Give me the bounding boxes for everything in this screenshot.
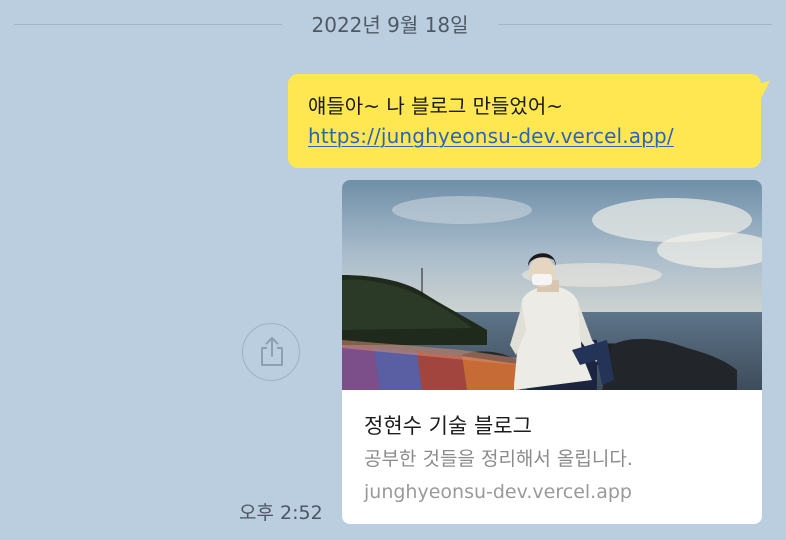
date-divider: 2022년 9월 18일 [0,0,786,46]
message-time: 오후 2:52 [239,502,323,524]
message-link[interactable]: https://junghyeonsu-dev.vercel.app/ [308,121,743,151]
message-bubble: 얘들아~ 나 블로그 만들었어~ https://junghyeonsu-dev… [288,74,761,168]
preview-image [342,180,762,390]
share-button[interactable] [242,323,300,381]
divider-line-right [498,24,772,25]
preview-title: 정현수 기술 블로그 [364,414,532,438]
share-icon [261,337,283,366]
preview-domain: junghyeonsu-dev.vercel.app [364,481,632,503]
preview-description: 공부한 것들을 정리해서 올립니다. [364,448,633,470]
message-text: 얘들아~ 나 블로그 만들었어~ [308,94,563,118]
link-preview-card[interactable]: 정현수 기술 블로그 공부한 것들을 정리해서 올립니다. junghyeons… [342,180,762,524]
divider-line-left [14,24,282,25]
date-label: 2022년 9월 18일 [311,13,469,37]
